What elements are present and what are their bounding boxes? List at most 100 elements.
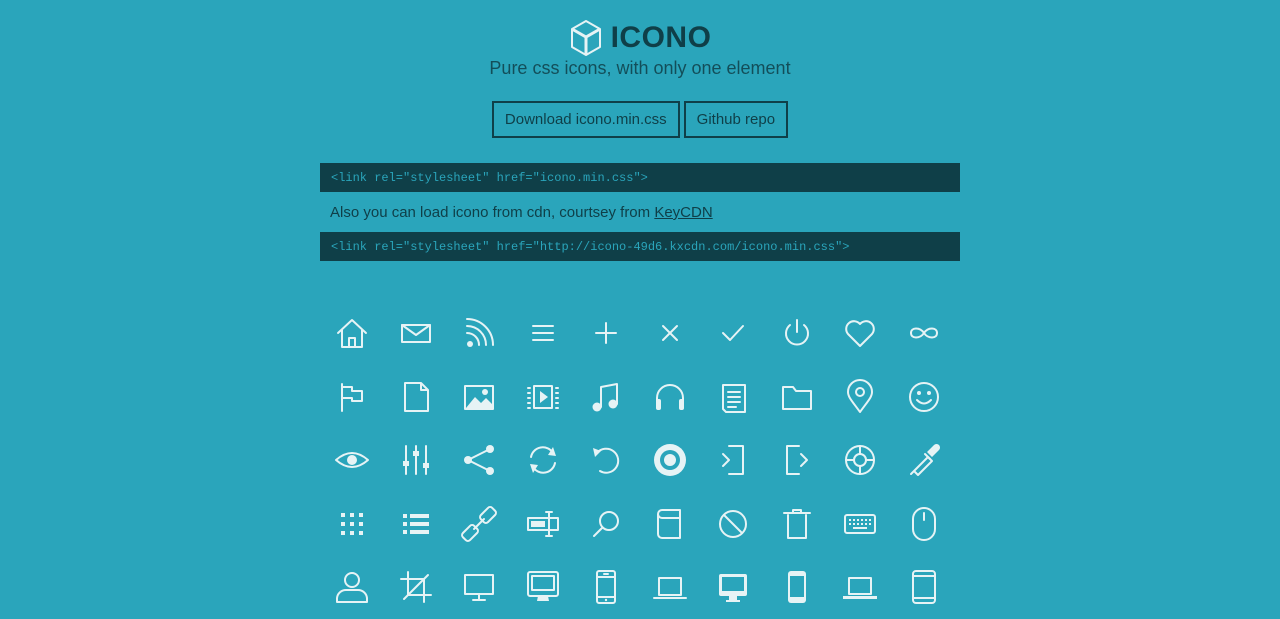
header: ICONO Pure css icons, with only one elem… (0, 18, 1280, 79)
imac-icon (526, 571, 559, 601)
hamburger-icon (531, 325, 554, 341)
icon-tile[interactable] (320, 301, 384, 365)
icon-tile[interactable] (384, 492, 448, 556)
icon-tile[interactable] (384, 301, 448, 365)
icon-tile[interactable] (320, 365, 384, 429)
icon-tile[interactable] (384, 555, 448, 619)
video-icon (526, 384, 559, 409)
icon-tile[interactable] (701, 492, 765, 556)
icon-tile[interactable] (511, 492, 575, 556)
iphone-bold-icon (787, 571, 806, 603)
disc-icon (653, 444, 686, 476)
icon-tile[interactable] (892, 365, 956, 429)
sign-out-icon (785, 445, 808, 475)
code-snippet-cdn: <link rel="stylesheet" href="http://icon… (320, 232, 960, 261)
icon-tile[interactable] (701, 555, 765, 619)
page: ICONO Pure css icons, with only one elem… (0, 0, 1280, 619)
icon-tile[interactable] (765, 301, 829, 365)
icon-tile[interactable] (828, 365, 892, 429)
support-icon (845, 445, 875, 475)
icon-tile[interactable] (574, 301, 638, 365)
icon-tile[interactable] (828, 492, 892, 556)
check-icon (722, 325, 744, 341)
sign-in-icon (722, 445, 744, 475)
cube-icon (570, 20, 601, 56)
title-row: ICONO (0, 18, 1280, 58)
icon-tile[interactable] (447, 301, 511, 365)
text-cursor-icon (526, 510, 559, 537)
mouse-icon (911, 506, 936, 541)
icon-tile[interactable] (638, 555, 702, 619)
search-icon (593, 510, 619, 537)
crop-icon (399, 571, 432, 603)
icon-tile[interactable] (447, 492, 511, 556)
icon-tile[interactable] (574, 492, 638, 556)
icon-tile[interactable] (447, 365, 511, 429)
button-row: Download icono.min.css Github repo (0, 101, 1280, 138)
icon-tile[interactable] (574, 555, 638, 619)
code-snippet-local: <link rel="stylesheet" href="icono.min.c… (320, 163, 960, 192)
icon-tile[interactable] (765, 428, 829, 492)
rss-icon (466, 318, 494, 347)
icon-tile[interactable] (701, 365, 765, 429)
page-title: ICONO (610, 21, 712, 54)
icon-tile[interactable] (320, 492, 384, 556)
icon-tile[interactable] (511, 555, 575, 619)
icon-tile[interactable] (511, 301, 575, 365)
flag-icon (341, 382, 363, 412)
icon-tile[interactable] (701, 301, 765, 365)
icon-tile[interactable] (892, 555, 956, 619)
icon-tile[interactable] (574, 428, 638, 492)
trash-icon (782, 508, 811, 539)
github-button[interactable]: Github repo (683, 101, 789, 138)
power-icon (784, 319, 809, 346)
macbook-icon (652, 577, 687, 599)
heart-icon (845, 320, 875, 347)
cdn-note: Also you can load icono from cdn, courts… (330, 204, 713, 221)
file-icon (403, 381, 429, 412)
pin-icon (847, 378, 873, 413)
icon-tile[interactable] (447, 428, 511, 492)
share-icon (464, 445, 494, 475)
iphone-icon (596, 570, 616, 604)
icon-tile[interactable] (511, 365, 575, 429)
icon-tile[interactable] (638, 301, 702, 365)
icon-tile[interactable] (320, 428, 384, 492)
cdn-note-text: Also you can load icono from cdn, courts… (330, 204, 655, 221)
mail-icon (400, 324, 431, 343)
dropper-icon (909, 443, 940, 476)
icon-tile[interactable] (511, 428, 575, 492)
icon-tile[interactable] (765, 492, 829, 556)
icon-tile[interactable] (765, 555, 829, 619)
icon-tile[interactable] (828, 555, 892, 619)
book-icon (656, 508, 681, 539)
icon-tile[interactable] (384, 365, 448, 429)
forbidden-icon (719, 509, 747, 538)
list-icon (402, 513, 429, 534)
icon-tile[interactable] (701, 428, 765, 492)
reset-icon (593, 447, 620, 474)
plus-icon (595, 322, 617, 344)
music-icon (592, 382, 618, 411)
icon-tile[interactable] (892, 428, 956, 492)
icon-tile[interactable] (638, 428, 702, 492)
icon-tile[interactable] (384, 428, 448, 492)
icon-tile[interactable] (638, 365, 702, 429)
keycdn-link[interactable]: KeyCDN (654, 204, 712, 221)
icon-tile[interactable] (320, 555, 384, 619)
icon-tile[interactable] (892, 492, 956, 556)
icon-tile[interactable] (447, 555, 511, 619)
icon-tile[interactable] (574, 365, 638, 429)
icon-tile[interactable] (892, 301, 956, 365)
headphone-icon (655, 383, 684, 410)
folder-icon (781, 385, 812, 410)
download-button[interactable]: Download icono.min.css (491, 101, 680, 138)
icon-tile[interactable] (765, 365, 829, 429)
icon-tile[interactable] (638, 492, 702, 556)
keyboard-icon (844, 513, 876, 534)
page-subtitle: Pure css icons, with only one element (489, 58, 791, 78)
cross-icon (661, 325, 678, 341)
icon-tile[interactable] (828, 428, 892, 492)
icon-tile[interactable] (828, 301, 892, 365)
laptop-icon (843, 577, 877, 599)
